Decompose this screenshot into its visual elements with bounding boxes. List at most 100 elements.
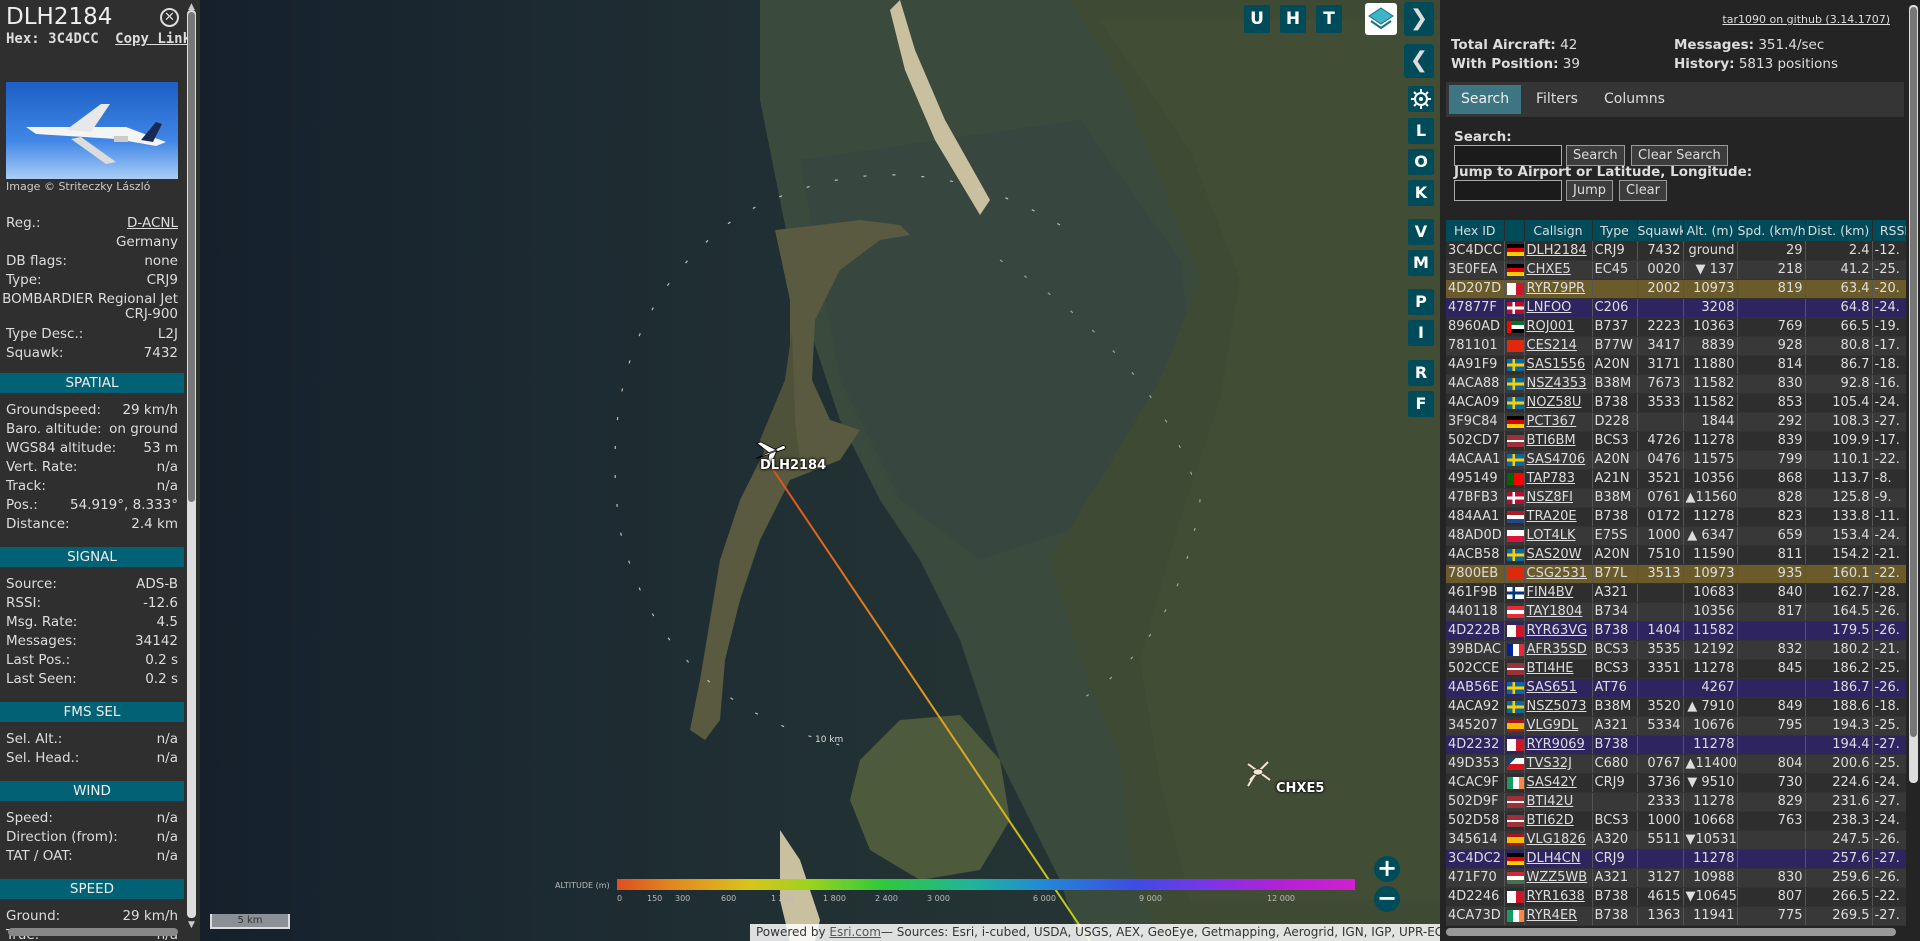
callsign-link[interactable]: NSZ4353: [1524, 374, 1593, 394]
callsign-link[interactable]: CHXE5: [1524, 260, 1593, 280]
button-m[interactable]: M: [1408, 250, 1434, 276]
callsign-link[interactable]: SAS42Y: [1524, 773, 1593, 793]
callsign-link[interactable]: DLH2184: [1524, 241, 1593, 261]
callsign-link[interactable]: NSZ5073: [1524, 697, 1593, 717]
button-k[interactable]: K: [1408, 180, 1434, 206]
callsign-link[interactable]: ROJ001: [1524, 317, 1593, 337]
table-row[interactable]: 4A91F9 SAS1556 A20N 3171 11880 814 86.7 -18.: [1446, 355, 1906, 375]
panel-h-scrollbar[interactable]: [1446, 928, 1896, 936]
table-row[interactable]: 502D9F BTI42U 2333 11278 829 231.6 -27.: [1446, 792, 1906, 812]
callsign-link[interactable]: LNFOO: [1524, 298, 1593, 318]
table-row[interactable]: 440118 TAY1804 B734 10356 817 164.5 -26.: [1446, 602, 1906, 622]
callsign-link[interactable]: TAY1804: [1524, 602, 1593, 622]
table-row[interactable]: 345614 VLG1826 A320 5511 ▼10531 247.5 -26.: [1446, 830, 1906, 850]
zoom-in-button[interactable]: +: [1374, 856, 1400, 882]
button-l[interactable]: L: [1408, 118, 1434, 144]
table-row[interactable]: 4AB56E SAS651 AT76 4267 186.7 -26.: [1446, 678, 1906, 698]
button-i[interactable]: I: [1408, 320, 1434, 346]
zoom-out-button[interactable]: −: [1374, 886, 1400, 912]
registration-link[interactable]: D-ACNL: [127, 214, 178, 232]
callsign-link[interactable]: NSZ8FI: [1524, 488, 1593, 508]
table-row[interactable]: 502CD7 BTI6BM BCS3 4726 11278 839 109.9 -17.: [1446, 431, 1906, 451]
table-row[interactable]: 4ACA88 NSZ4353 B38M 7673 11582 830 92.8 -16.: [1446, 374, 1906, 394]
callsign-link[interactable]: TRA20E: [1524, 507, 1593, 527]
table-row[interactable]: 49D353 TVS32J C680 0767 ▲11400 804 200.6 -25.: [1446, 754, 1906, 774]
table-row[interactable]: 4D2232 RYR9069 B738 11278 194.4 -27.: [1446, 735, 1906, 755]
button-u[interactable]: U: [1244, 5, 1270, 33]
callsign-link[interactable]: BTI6BM: [1524, 431, 1593, 451]
callsign-link[interactable]: BTI4HE: [1524, 659, 1593, 679]
expand-panel-button[interactable]: ❮: [1404, 44, 1434, 78]
jump-input[interactable]: [1454, 180, 1562, 201]
callsign-link[interactable]: WZZ5WB: [1524, 868, 1593, 888]
callsign-link[interactable]: TVS32J: [1524, 754, 1593, 774]
map-view[interactable]: 10 km DLH2184 CHXE5 U H T ❯ ❮ L O K V M …: [200, 0, 1440, 941]
clear-search-button[interactable]: Clear Search: [1631, 145, 1728, 166]
table-row[interactable]: 3F9C84 PCT367 D228 1844 292 108.3 -27.: [1446, 412, 1906, 432]
callsign-link[interactable]: SAS651: [1524, 678, 1593, 698]
github-link[interactable]: tar1090 on github (3.14.1707): [1722, 13, 1890, 26]
table-row[interactable]: 471F70 WZZ5WB A321 3127 10988 830 259.6 -26.: [1446, 868, 1906, 888]
sidebar-scrollbar[interactable]: [187, 10, 196, 918]
callsign-link[interactable]: SAS4706: [1524, 450, 1593, 470]
table-row[interactable]: 502D58 BTI62D BCS3 1000 10668 763 238.3 -24.: [1446, 811, 1906, 831]
table-row[interactable]: 48AD0D LOT4LK E75S 1000 ▲ 6347 659 153.4 -24.: [1446, 526, 1906, 546]
table-row[interactable]: 3C4DCC DLH2184 CRJ9 7432 ground 29 2.4 -12.: [1446, 241, 1906, 261]
callsign-link[interactable]: RYR4ER: [1524, 906, 1593, 926]
table-row[interactable]: 39BDAC AFR35SD BCS3 3535 12192 832 180.2 -21.: [1446, 640, 1906, 660]
callsign-link[interactable]: VLG9DL: [1524, 716, 1593, 736]
search-button[interactable]: Search: [1566, 145, 1625, 166]
table-row[interactable]: 502CCE BTI4HE BCS3 3351 11278 845 186.2 -25.: [1446, 659, 1906, 679]
callsign-link[interactable]: BTI42U: [1524, 792, 1593, 812]
callsign-link[interactable]: SAS20W: [1524, 545, 1593, 565]
button-h[interactable]: H: [1280, 5, 1306, 33]
button-p[interactable]: P: [1408, 289, 1434, 315]
column-header[interactable]: Callsign: [1524, 220, 1593, 241]
jump-button[interactable]: Jump: [1566, 180, 1613, 201]
callsign-link[interactable]: BTI62D: [1524, 811, 1593, 831]
table-row[interactable]: 8960AD ROJ001 B737 2223 10363 769 66.5 -19.: [1446, 317, 1906, 337]
settings-button[interactable]: [1408, 86, 1434, 112]
collapse-panel-button[interactable]: ❯: [1404, 2, 1434, 36]
callsign-link[interactable]: RYR79PR: [1524, 279, 1593, 299]
close-icon[interactable]: ✕: [160, 8, 179, 27]
table-row[interactable]: 345207 VLG9DL A321 5334 10676 795 194.3 -25.: [1446, 716, 1906, 736]
button-r[interactable]: R: [1408, 360, 1434, 386]
search-input[interactable]: [1454, 145, 1562, 166]
table-row[interactable]: 4D2246 RYR1638 B738 4615 ▼10645 807 266.5 -22.: [1446, 887, 1906, 907]
callsign-link[interactable]: FIN4BV: [1524, 583, 1593, 603]
table-row[interactable]: 461F9B FIN4BV A321 10683 840 162.7 -28.: [1446, 583, 1906, 603]
table-row[interactable]: 7800EB CSG2531 B77L 3513 10973 935 160.1 -22.: [1446, 564, 1906, 584]
callsign-link[interactable]: LOT4LK: [1524, 526, 1593, 546]
layers-button[interactable]: [1365, 3, 1397, 35]
table-row[interactable]: 4ACA92 NSZ5073 B38M 3520 ▲ 7910 849 188.6 -18.: [1446, 697, 1906, 717]
table-row[interactable]: 47877F LNFOO C206 3208 64.8 -24.: [1446, 298, 1906, 318]
callsign-link[interactable]: CES214: [1524, 336, 1593, 356]
column-header[interactable]: Type: [1592, 220, 1638, 241]
table-row[interactable]: 3E0FEA CHXE5 EC45 0020 ▼ 137 218 41.2 -25.: [1446, 260, 1906, 280]
tab-search[interactable]: Search: [1449, 85, 1522, 114]
selected-aircraft-label[interactable]: DLH2184: [760, 458, 826, 473]
table-row[interactable]: 495149 TAP783 A21N 3521 10356 868 113.7 -8.: [1446, 469, 1906, 489]
callsign-link[interactable]: VLG1826: [1524, 830, 1593, 850]
panel-scroll-thumb[interactable]: [1910, 7, 1917, 737]
panel-scrollbar[interactable]: [1909, 5, 1918, 783]
aircraft-photo[interactable]: [6, 82, 178, 179]
callsign-link[interactable]: CSG2531: [1524, 564, 1593, 584]
sidebar-scroll-thumb[interactable]: [188, 12, 195, 502]
column-header[interactable]: [1504, 220, 1525, 241]
table-row[interactable]: 4ACB58 SAS20W A20N 7510 11590 811 154.2 -21.: [1446, 545, 1906, 565]
column-header[interactable]: Alt. (m): [1683, 220, 1738, 241]
callsign-link[interactable]: RYR1638: [1524, 887, 1593, 907]
callsign-link[interactable]: AFR35SD: [1524, 640, 1593, 660]
table-row[interactable]: 781101 CES214 B77W 3417 8839 928 80.8 -17.: [1446, 336, 1906, 356]
button-t[interactable]: T: [1316, 5, 1342, 33]
table-row[interactable]: 4CA73D RYR4ER B738 1363 11941 775 269.5 -27.: [1446, 906, 1906, 926]
table-row[interactable]: 47BFB3 NSZ8FI B38M 0761 ▲11560 828 125.8 -9.: [1446, 488, 1906, 508]
table-row[interactable]: 4ACA09 NOZ58U B738 3533 11582 853 105.4 -24.: [1446, 393, 1906, 413]
column-header[interactable]: Squawk: [1637, 220, 1684, 241]
table-row[interactable]: 4D222B RYR63VG B738 1404 11582 179.5 -26.: [1446, 621, 1906, 641]
sidebar-h-scrollbar[interactable]: [8, 928, 178, 936]
esri-link[interactable]: Esri.com: [829, 925, 881, 939]
button-f[interactable]: F: [1408, 391, 1434, 417]
